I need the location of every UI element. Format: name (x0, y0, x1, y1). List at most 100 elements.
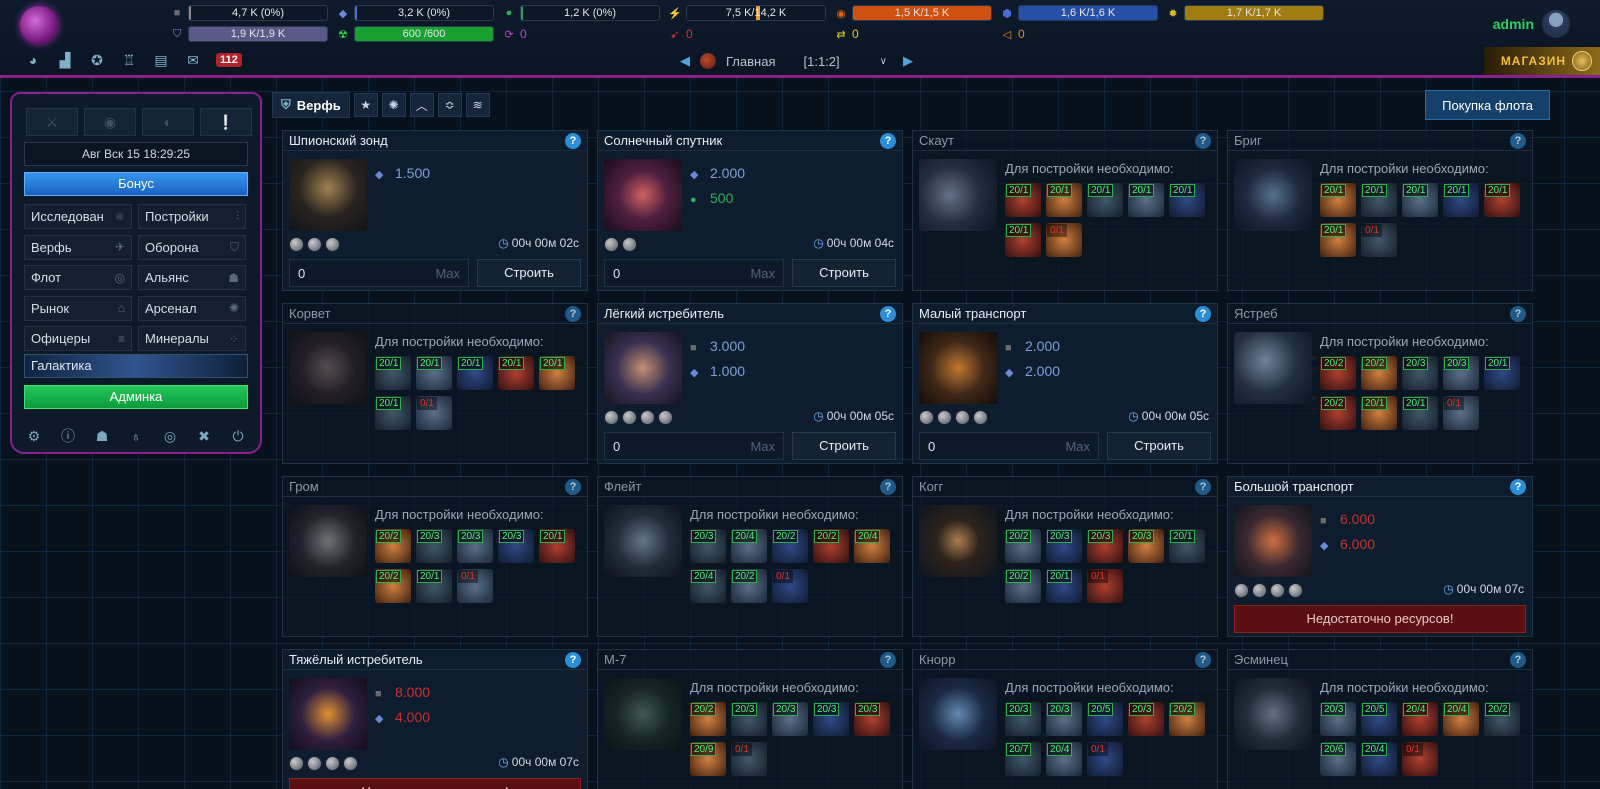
requirement-item[interactable]: 20/1 (1443, 183, 1479, 217)
requirement-item[interactable]: 20/1 (539, 529, 575, 563)
award-icon[interactable]: ♁ (128, 428, 144, 444)
requirement-item[interactable]: 0/1 (1046, 223, 1082, 257)
filter-gear-icon[interactable]: ✺ (381, 93, 406, 117)
quantity-value[interactable]: 0 (613, 439, 620, 454)
requirement-item[interactable]: 20/2 (1169, 702, 1205, 736)
help-icon[interactable]: ? (1195, 651, 1211, 668)
max-button[interactable]: Max (435, 266, 460, 281)
requirement-item[interactable]: 20/3 (1046, 529, 1082, 563)
requirement-item[interactable]: 0/1 (1402, 742, 1438, 776)
requirement-item[interactable]: 20/5 (1361, 702, 1397, 736)
requirement-item[interactable]: 20/3 (457, 529, 493, 563)
requirement-item[interactable]: 20/1 (416, 356, 452, 390)
requirement-item[interactable]: 20/4 (854, 529, 890, 563)
sword-icon[interactable]: ⚔ (26, 108, 78, 136)
help-icon[interactable]: ? (1195, 305, 1211, 322)
ship-image[interactable] (919, 505, 997, 577)
requirement-item[interactable]: 20/3 (1128, 529, 1164, 563)
stat-icon[interactable] (937, 410, 952, 425)
quantity-input[interactable]: 0 Max (604, 259, 784, 287)
menu-item[interactable]: Минералы ⁘ (138, 326, 246, 351)
help-icon[interactable]: ? (1510, 478, 1526, 495)
shipyard-tab[interactable]: ⛨ Верфь (272, 92, 350, 118)
ship-image[interactable] (289, 332, 367, 404)
build-button[interactable]: Строить (792, 432, 896, 460)
requirement-item[interactable]: 20/3 (1087, 529, 1123, 563)
requirement-item[interactable]: 20/1 (1087, 183, 1123, 217)
build-button[interactable]: Строить (477, 259, 581, 287)
requirement-item[interactable]: 20/4 (1046, 742, 1082, 776)
tools-icon[interactable]: ✖ (196, 428, 212, 444)
requirement-item[interactable]: 20/3 (1402, 356, 1438, 390)
help-icon[interactable]: ? (1510, 651, 1526, 668)
ship-name[interactable]: Малый транспорт (919, 306, 1026, 321)
ship-name[interactable]: Шпионский зонд (289, 133, 388, 148)
username[interactable]: admin (1493, 16, 1534, 32)
medal-icon[interactable]: ✪ (88, 52, 106, 68)
help-icon[interactable]: ? (880, 305, 896, 322)
menu-item[interactable]: Верфь ✈ (24, 234, 132, 260)
stat-icon[interactable] (604, 237, 619, 252)
max-button[interactable]: Max (750, 439, 775, 454)
ship-image[interactable] (604, 505, 682, 577)
requirement-item[interactable]: 20/4 (1443, 702, 1479, 736)
help-icon[interactable]: ? (565, 478, 581, 495)
ship-image[interactable] (1234, 678, 1312, 750)
requirement-item[interactable]: 20/4 (1402, 702, 1438, 736)
stat-icon[interactable] (325, 237, 340, 252)
help-icon[interactable]: ? (1195, 478, 1211, 495)
ship-image[interactable] (1234, 505, 1312, 577)
quantity-input[interactable]: 0 Max (919, 432, 1099, 460)
requirement-item[interactable]: 20/2 (690, 702, 726, 736)
requirement-item[interactable]: 20/2 (1005, 529, 1041, 563)
menu-item[interactable]: Рынок ⌂ (24, 295, 132, 321)
menu-item[interactable]: Офицеры ≡ (24, 326, 132, 351)
galaxy-button[interactable]: Галактика (24, 354, 248, 378)
requirement-item[interactable]: 20/1 (416, 569, 452, 603)
stat-icon[interactable] (640, 410, 655, 425)
stat-icon[interactable] (973, 410, 988, 425)
stat-icon[interactable] (307, 756, 322, 771)
requirement-item[interactable]: 20/1 (498, 356, 534, 390)
stat-icon[interactable] (1288, 583, 1303, 598)
max-button[interactable]: Max (750, 266, 775, 281)
help-icon[interactable]: ? (565, 651, 581, 668)
requirement-item[interactable]: 0/1 (1087, 569, 1123, 603)
messages-icon[interactable]: ✉ (184, 52, 202, 68)
requirement-item[interactable]: 20/2 (813, 529, 849, 563)
requirement-item[interactable]: 0/1 (1087, 742, 1123, 776)
filter-rank3-icon[interactable]: ≋ (465, 93, 490, 117)
ship-name[interactable]: Скаут (919, 133, 954, 148)
chat-icon[interactable]: ▤ (152, 52, 170, 68)
ship-image[interactable] (604, 332, 682, 404)
requirement-item[interactable]: 20/3 (1443, 356, 1479, 390)
menu-item[interactable]: Оборона ⛉ (138, 234, 246, 260)
ship-name[interactable]: Гром (289, 479, 319, 494)
help-icon[interactable]: ? (565, 132, 581, 149)
stat-icon[interactable] (955, 410, 970, 425)
requirement-item[interactable]: 0/1 (1361, 223, 1397, 257)
quantity-value[interactable]: 0 (613, 266, 620, 281)
requirement-item[interactable]: 20/6 (1320, 742, 1356, 776)
help-icon[interactable]: ? (565, 305, 581, 322)
requirement-item[interactable]: 20/1 (1484, 183, 1520, 217)
quantity-input[interactable]: 0 Max (289, 259, 469, 287)
help-icon[interactable]: ? (1510, 305, 1526, 322)
ship-image[interactable] (1234, 159, 1312, 231)
stat-icon[interactable] (622, 410, 637, 425)
requirement-item[interactable]: 20/3 (772, 702, 808, 736)
requirement-item[interactable]: 20/2 (772, 529, 808, 563)
requirement-item[interactable]: 20/4 (690, 569, 726, 603)
requirement-item[interactable]: 20/4 (1361, 742, 1397, 776)
ship-name[interactable]: Ястреб (1234, 306, 1278, 321)
help-icon[interactable]: ⓘ (60, 428, 76, 444)
planet-coords[interactable]: [1:1:2] (803, 54, 839, 69)
quantity-input[interactable]: 0 Max (604, 432, 784, 460)
eye-icon[interactable]: ◉ (84, 108, 136, 136)
ship-name[interactable]: Большой транспорт (1234, 479, 1354, 494)
stat-icon[interactable] (307, 237, 322, 252)
stat-icon[interactable] (343, 756, 358, 771)
overview-icon[interactable]: ◕ (24, 52, 42, 68)
menu-item[interactable]: Постройки ⫶ (138, 204, 246, 229)
ship-image[interactable] (1234, 332, 1312, 404)
